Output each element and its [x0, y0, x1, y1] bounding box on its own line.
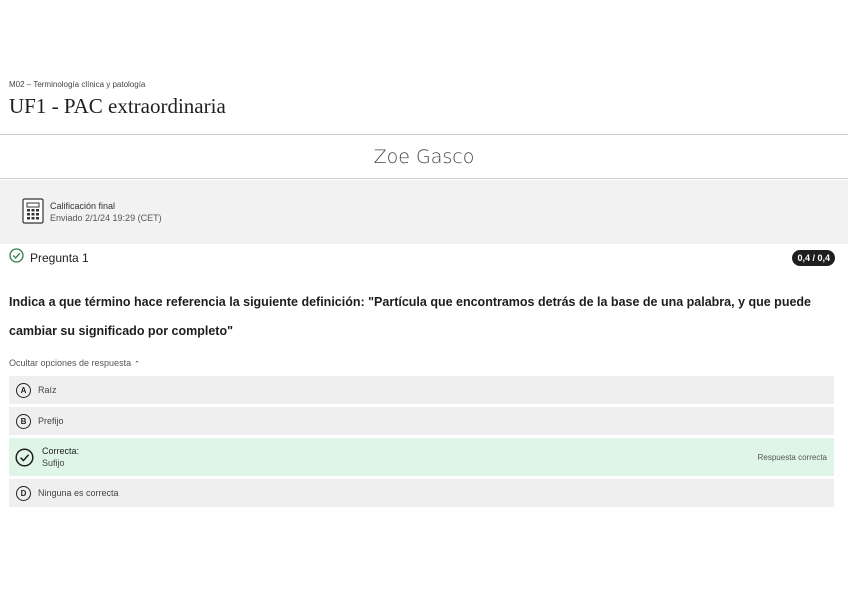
- option-text-c: Sufijo: [42, 458, 65, 468]
- submission-date: Enviado 2/1/24 19:29 (CET): [50, 213, 162, 223]
- score-badge: 0,4 / 0,4: [792, 250, 835, 266]
- option-text-a: Raíz: [38, 385, 57, 395]
- student-name: Zoe Gasco: [373, 146, 475, 168]
- grade-label: Calificación final: [50, 201, 116, 211]
- question-label: Pregunta 1: [30, 251, 89, 265]
- chevron-up-icon: ⌃: [134, 361, 140, 368]
- correct-answer-tag: Respuesta correcta: [757, 452, 827, 462]
- check-circle-icon: [15, 447, 34, 467]
- option-text-b: Prefijo: [38, 416, 64, 426]
- answer-option-c-correct: Correcta: Sufijo Respuesta correcta: [9, 438, 834, 476]
- divider: [0, 134, 848, 135]
- course-name: M02 – Terminología clínica y patología: [9, 80, 146, 89]
- option-text-d: Ninguna es correcta: [38, 488, 119, 498]
- toggle-answer-options[interactable]: Ocultar opciones de respuesta ⌃: [9, 358, 140, 368]
- grade-panel: [0, 180, 848, 244]
- question-text: Indica a que término hace referencia la …: [9, 295, 811, 338]
- question-header: Pregunta 1: [9, 248, 89, 268]
- option-letter-b: B: [16, 413, 31, 429]
- page-title: UF1 - PAC extraordinaria: [9, 94, 226, 118]
- answer-option-a: A Raíz: [9, 376, 834, 404]
- calculator-icon: [22, 198, 44, 229]
- divider: [0, 178, 848, 179]
- toggle-label: Ocultar opciones de respuesta: [9, 358, 132, 368]
- answer-option-b: B Prefijo: [9, 407, 834, 435]
- option-letter-a: A: [16, 382, 31, 398]
- answer-option-d: D Ninguna es correcta: [9, 479, 834, 507]
- check-circle-icon: [9, 248, 24, 268]
- correct-label: Correcta:: [42, 446, 80, 456]
- option-letter-d: D: [16, 485, 31, 501]
